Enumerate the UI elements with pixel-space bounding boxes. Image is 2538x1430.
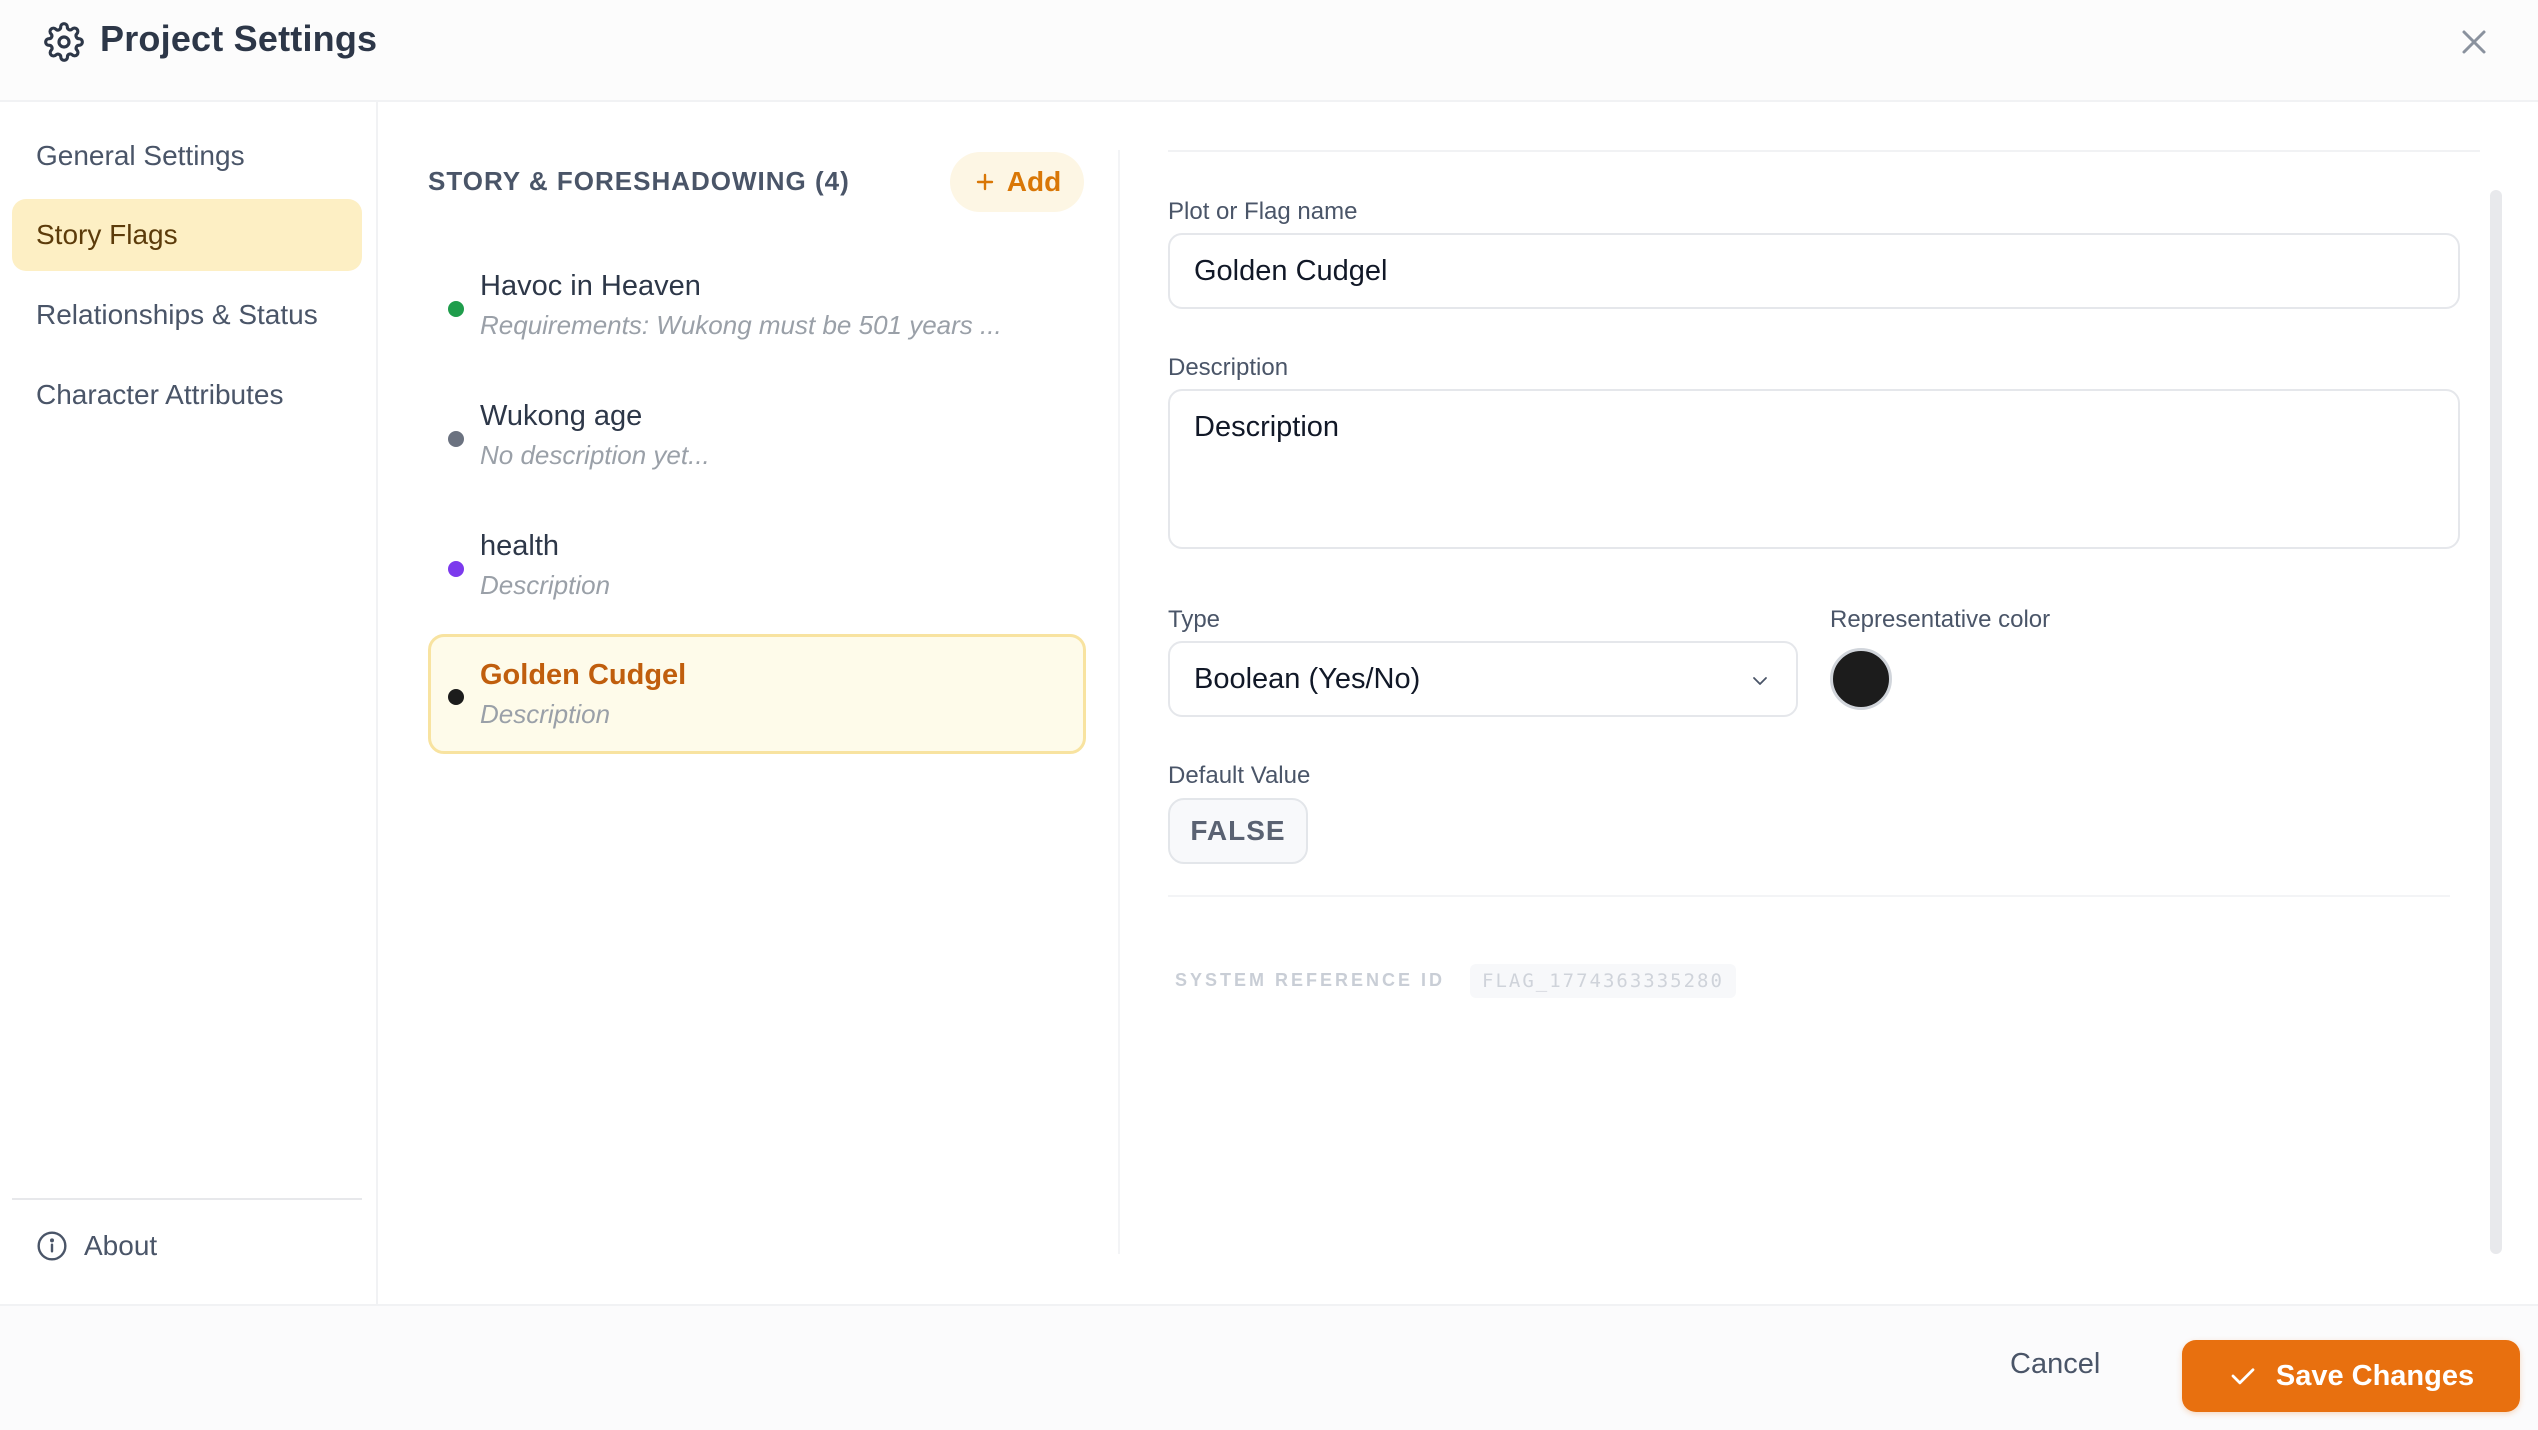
- flag-name-input[interactable]: Golden Cudgel: [1168, 233, 2460, 309]
- flag-list-item-selected[interactable]: Golden Cudgel Description: [428, 634, 1086, 754]
- cancel-button[interactable]: Cancel: [2010, 1348, 2100, 1381]
- sidebar-item-story-flags[interactable]: Story Flags: [12, 199, 362, 271]
- save-changes-button[interactable]: Save Changes: [2182, 1340, 2520, 1412]
- dialog-footer: Cancel Save Changes: [0, 1304, 2538, 1430]
- add-flag-label: Add: [1006, 166, 1062, 197]
- flag-description: Description: [480, 570, 611, 600]
- flag-color-dot: [448, 301, 464, 317]
- sidebar-item-label: General Settings: [36, 140, 245, 171]
- add-flag-button[interactable]: Add: [950, 152, 1084, 212]
- type-select[interactable]: Boolean (Yes/No): [1168, 641, 1798, 717]
- about-label: About: [84, 1230, 158, 1261]
- default-value-text: FALSE: [1190, 815, 1286, 846]
- flag-name: Golden Cudgel: [480, 659, 687, 691]
- close-icon[interactable]: [2454, 22, 2494, 62]
- sidebar-item-character-attributes[interactable]: Character Attributes: [12, 359, 362, 431]
- sidebar-item-label: Character Attributes: [36, 379, 284, 410]
- type-label: Type: [1168, 606, 1221, 633]
- detail-top-divider: [1168, 150, 2480, 152]
- flag-color-dot: [448, 561, 464, 577]
- flag-list-panel: STORY & FORESHADOWING (4) Add Havoc in H…: [380, 102, 1120, 1254]
- flag-list-title: STORY & FORESHADOWING (4): [428, 166, 850, 196]
- flag-description: Description: [480, 699, 611, 729]
- color-label: Representative color: [1830, 606, 2051, 633]
- detail-bottom-divider: [1168, 895, 2450, 897]
- sidebar-item-relationships-status[interactable]: Relationships & Status: [12, 279, 362, 351]
- flag-name: health: [480, 530, 560, 562]
- type-value: Boolean (Yes/No): [1194, 662, 1421, 695]
- sidebar-item-label: Story Flags: [36, 219, 178, 250]
- flag-name: Havoc in Heaven: [480, 270, 701, 302]
- representative-color-swatch[interactable]: [1830, 648, 1892, 710]
- flag-description: Requirements: Wukong must be 501 years .…: [480, 310, 1002, 340]
- flag-list-item[interactable]: Havoc in Heaven Requirements: Wukong mus…: [428, 246, 1086, 366]
- about-link[interactable]: About: [36, 1230, 157, 1262]
- dialog-title: Project Settings: [100, 18, 378, 59]
- dialog-header: Project Settings: [0, 0, 2538, 102]
- flag-list-item[interactable]: health Description: [428, 506, 1086, 626]
- description-label: Description: [1168, 354, 1289, 381]
- sidebar-divider: [12, 1198, 362, 1200]
- project-settings-dialog: Project Settings General Settings Story …: [0, 0, 2538, 1430]
- info-icon: [37, 1231, 67, 1261]
- sidebar-item-label: Relationships & Status: [36, 299, 318, 330]
- check-icon: [2231, 1368, 2255, 1385]
- description-textarea[interactable]: Description: [1168, 389, 2460, 549]
- panel-divider: [1118, 150, 1120, 1254]
- detail-scrollbar[interactable]: [2490, 190, 2502, 1254]
- flag-name-value: Golden Cudgel: [1194, 254, 1388, 287]
- save-changes-label: Save Changes: [2275, 1359, 2475, 1392]
- settings-sidebar: General Settings Story Flags Relationshi…: [0, 102, 378, 1304]
- flag-list-item[interactable]: Wukong age No description yet...: [428, 376, 1086, 496]
- chevron-down-icon: [1753, 677, 1767, 685]
- gear-icon: [44, 22, 84, 62]
- flag-description: No description yet...: [480, 440, 710, 470]
- default-value-label: Default Value: [1168, 762, 1311, 789]
- plus-icon: [976, 173, 993, 191]
- flag-name-label: Plot or Flag name: [1168, 198, 1358, 225]
- description-value: Description: [1194, 411, 1340, 443]
- system-reference-label: SYSTEM REFERENCE ID: [1175, 970, 1446, 990]
- flag-name: Wukong age: [480, 400, 643, 432]
- sidebar-item-general-settings[interactable]: General Settings: [12, 120, 362, 192]
- flag-color-dot: [448, 431, 464, 447]
- default-value-toggle[interactable]: FALSE: [1168, 798, 1308, 864]
- system-reference-id: FLAG_1774363335280: [1470, 964, 1736, 998]
- flag-color-dot: [448, 689, 464, 705]
